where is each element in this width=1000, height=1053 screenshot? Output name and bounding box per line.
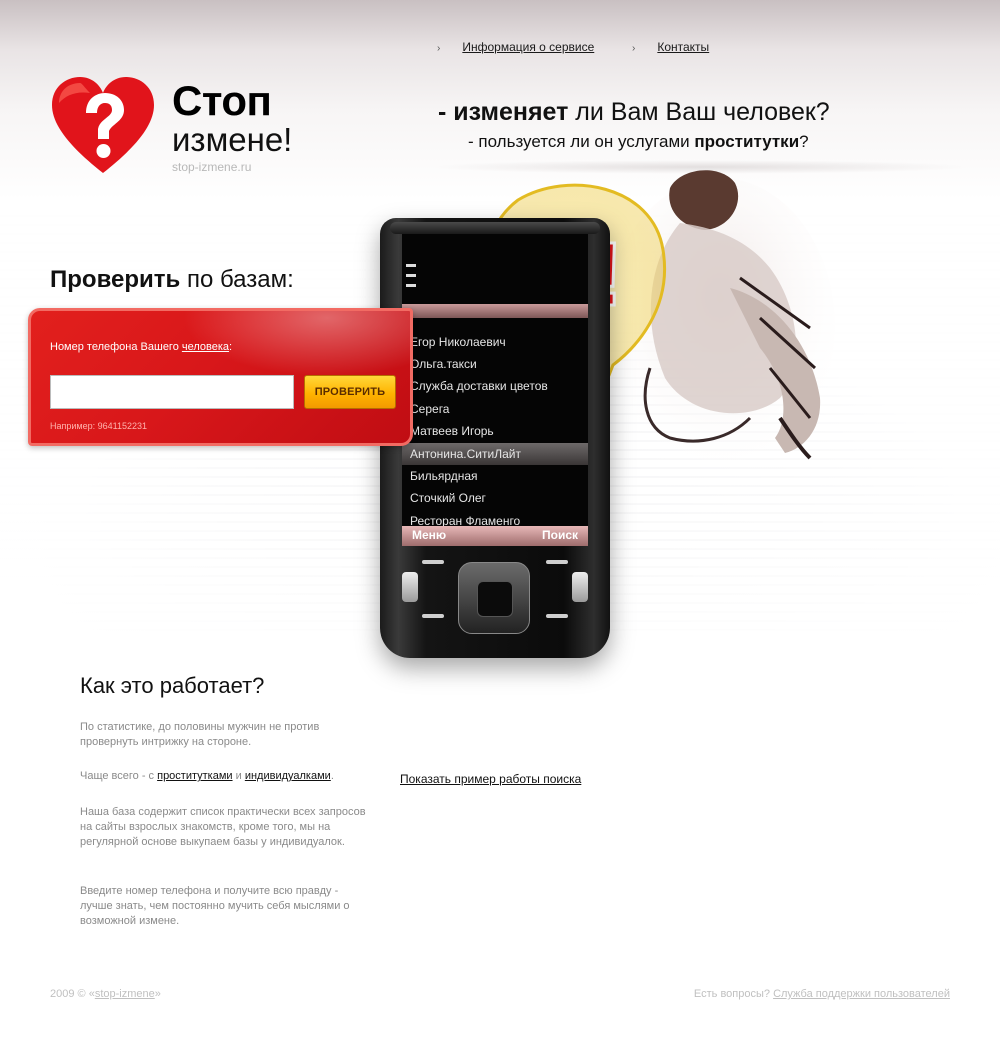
link-prostitutes[interactable]: проститутками xyxy=(157,770,232,782)
nav-arrow-icon: › xyxy=(632,43,636,54)
phone-top-right-key xyxy=(546,560,568,564)
phone-field-label: Номер телефона Вашего человека: xyxy=(50,341,232,353)
nav-arrow-icon: › xyxy=(437,43,441,54)
link-individuals[interactable]: индивидуалками xyxy=(245,770,331,782)
headline-bold: изменяет xyxy=(453,98,569,126)
person-link[interactable]: человека xyxy=(182,341,229,353)
softkey-search: Поиск xyxy=(541,528,578,542)
phone-screen: ▬ ▬ ▬ Егор Николаевич Ольга.такси Служба д… xyxy=(402,234,588,546)
nav-link-info[interactable]: Информация о сервисе xyxy=(462,40,594,54)
headline2-prefix: - пользуется ли он услугами xyxy=(468,132,695,151)
screen-header-bar xyxy=(402,304,588,318)
logo-title: Стоп xyxy=(172,77,272,124)
phone-top xyxy=(390,222,600,234)
form-title-bold: Проверить xyxy=(50,266,181,293)
nav-item-info: › Информация о сервисе xyxy=(437,40,594,54)
how-paragraph-2: Чаще всего - с проститутками и индивидуа… xyxy=(80,769,370,784)
phone-dpad xyxy=(458,562,530,634)
check-button[interactable]: ПРОВЕРИТЬ xyxy=(304,375,396,409)
footer-support: Есть вопросы? Служба поддержки пользоват… xyxy=(694,988,950,1000)
how-p2-prefix: Чаще всего - с xyxy=(80,770,158,782)
headline-rest: ли Вам Ваш человек? xyxy=(568,98,830,126)
heart-question-icon[interactable] xyxy=(50,73,156,179)
contact-item: Егор Николаевич xyxy=(410,335,506,349)
phone-left-key xyxy=(402,572,418,602)
phone-softkeys: Меню Поиск xyxy=(402,526,588,546)
call-key xyxy=(422,614,444,618)
nav-item-contacts: › Контакты xyxy=(632,40,709,54)
contact-item: Сточкий Олег xyxy=(410,491,486,505)
contact-item: Служба доставки цветов xyxy=(410,379,548,393)
phone-illustration: ▬ ▬ ▬ Егор Николаевич Ольга.такси Служба д… xyxy=(380,218,610,658)
headline-prefix: - xyxy=(438,98,454,126)
how-paragraph-1: По статистике, до половины мужчин не про… xyxy=(80,721,320,748)
contact-item-selected: Антонина.СитиЛайт xyxy=(402,443,588,465)
end-key xyxy=(546,614,568,618)
softkey-menu: Меню xyxy=(412,528,447,542)
copyright-suffix: » xyxy=(154,988,161,1000)
contact-item: Бильярдная xyxy=(410,469,478,483)
phone-right-key xyxy=(572,572,588,602)
phone-field-label-text: Номер телефона Вашего xyxy=(50,341,182,353)
logo-subtitle: измене! xyxy=(172,121,293,158)
form-title-rest: по базам: xyxy=(180,266,294,293)
copyright-prefix: 2009 © « xyxy=(50,988,95,1000)
phone-field-label-colon: : xyxy=(229,341,233,353)
contact-item: Матвеев Игорь xyxy=(410,424,494,438)
signal-icon: ▬ ▬ ▬ xyxy=(406,259,416,290)
contact-item: Серега xyxy=(410,402,450,416)
logo-domain: stop-izmene.ru xyxy=(172,160,252,174)
phone-top-left-key xyxy=(422,560,444,564)
headline2-bold: проститутки xyxy=(694,132,800,151)
nav-link-contacts[interactable]: Контакты xyxy=(657,40,709,54)
how-paragraph-4: Введите номер телефона и получите всю пр… xyxy=(80,885,350,927)
copyright-link[interactable]: stop-izmene xyxy=(95,988,155,1000)
phone-number-input[interactable] xyxy=(50,375,294,409)
phone-dpad-center xyxy=(477,581,513,617)
footer-copyright: 2009 © «stop-izmene» xyxy=(50,988,161,1000)
footer-questions: Есть вопросы? xyxy=(693,988,774,1000)
check-form: Номер телефона Вашего человека: ПРОВЕРИТ… xyxy=(28,308,413,446)
headline-question-1: - изменяет ли Вам Ваш человек? xyxy=(438,98,830,127)
phone-keypad xyxy=(402,552,588,636)
support-link[interactable]: Служба поддержки пользователей xyxy=(773,988,950,1000)
how-paragraph-3: Наша база содержит список практически вс… xyxy=(80,806,366,848)
show-demo-link[interactable]: Показать пример работы поиска xyxy=(400,772,581,786)
phone-example: Например: 9641152231 xyxy=(50,421,147,431)
contact-item: Ольга.такси xyxy=(410,357,477,371)
how-p2-mid: и xyxy=(232,770,245,782)
how-p2-suffix: . xyxy=(330,770,334,782)
how-it-works-title: Как это работает? xyxy=(80,673,265,698)
headline-question-2: - пользуется ли он услугами проститутки? xyxy=(468,132,809,152)
headline2-suffix: ? xyxy=(799,132,809,151)
form-title: Проверить по базам: xyxy=(50,266,294,294)
